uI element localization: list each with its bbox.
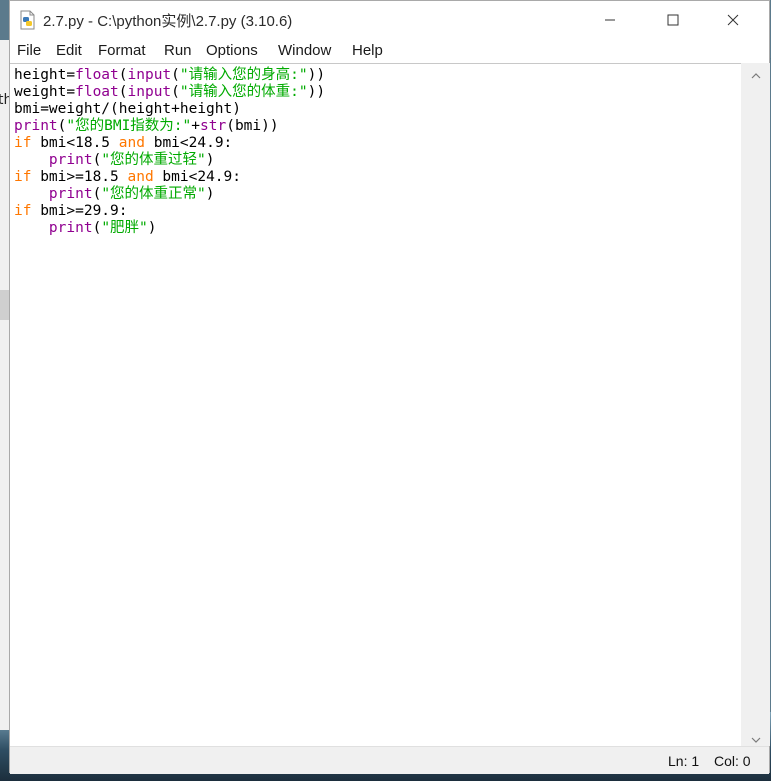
python-file-icon (18, 10, 38, 30)
code-builtin: input (127, 84, 172, 100)
code-editor[interactable]: height=float(input("请输入您的身高:")) weight=fl… (10, 63, 741, 747)
code-string: "您的体重正常" (101, 186, 206, 202)
code-keyword: if (14, 169, 32, 185)
menu-edit[interactable]: Edit (56, 42, 82, 59)
code-line[interactable]: if bmi>=18.5 and bmi<24.9: (14, 169, 325, 186)
code-string: "肥胖" (101, 220, 148, 236)
code-builtin: float (75, 67, 119, 83)
code-token: (bmi)) (226, 118, 279, 134)
code-line[interactable]: print("您的BMI指数为:"+str(bmi)) (14, 118, 325, 135)
menu-options[interactable]: Options (206, 42, 258, 59)
code-line[interactable]: weight=float(input("请输入您的体重:")) (14, 84, 325, 101)
code-line[interactable]: print("您的体重过轻") (14, 152, 325, 169)
code-text[interactable]: height=float(input("请输入您的身高:")) weight=fl… (14, 67, 325, 237)
code-keyword: and (118, 135, 145, 151)
menu-run[interactable]: Run (164, 42, 192, 59)
close-button[interactable] (710, 1, 756, 39)
code-builtin: str (200, 118, 227, 134)
code-line[interactable]: if bmi<18.5 and bmi<24.9: (14, 135, 325, 152)
code-line[interactable]: bmi=weight/(height+height) (14, 101, 325, 118)
code-token: ) (205, 152, 215, 168)
code-string: "请输入您的身高:" (179, 67, 308, 83)
idle-editor-window: 2.7.py - C:\python实例\2.7.py (3.10.6) Fil… (9, 0, 770, 774)
code-string: "您的BMI指数为:" (66, 118, 192, 134)
code-builtin: print (48, 152, 93, 168)
close-icon (727, 11, 739, 30)
code-token: bmi>=18.5 (31, 169, 128, 185)
code-token: bmi<24.9: (153, 169, 242, 185)
status-column: Col: 0 (714, 753, 751, 769)
code-line[interactable]: height=float(input("请输入您的身高:")) (14, 67, 325, 84)
code-line[interactable]: if bmi>=29.9: (14, 203, 325, 220)
window-title: 2.7.py - C:\python实例\2.7.py (3.10.6) (43, 13, 293, 30)
maximize-icon (667, 11, 679, 30)
code-token: bmi<18.5 (31, 135, 119, 151)
status-bar: Ln: 1 Col: 0 (10, 746, 769, 774)
menu-help[interactable]: Help (352, 42, 383, 59)
title-bar[interactable]: 2.7.py - C:\python实例\2.7.py (3.10.6) (10, 1, 769, 39)
code-token: bmi>=29.9: (31, 203, 128, 219)
scroll-down-button[interactable] (741, 729, 770, 746)
minimize-icon (604, 11, 616, 30)
maximize-button[interactable] (650, 1, 696, 39)
code-string: "请输入您的体重:" (179, 84, 308, 100)
code-token: )) (307, 84, 326, 100)
menu-bar: File Edit Format Run Options Window Help (10, 39, 769, 63)
code-keyword: and (127, 169, 154, 185)
code-token: weight= (14, 84, 76, 100)
scroll-up-button[interactable] (741, 65, 770, 82)
code-line[interactable]: print("您的体重正常") (14, 186, 325, 203)
code-builtin: input (127, 67, 172, 83)
code-token: )) (307, 67, 326, 83)
code-token: ( (118, 67, 128, 83)
code-builtin: print (14, 118, 58, 134)
code-token: bmi<24.9: (144, 135, 233, 151)
menu-format[interactable]: Format (98, 42, 146, 59)
code-builtin: print (48, 186, 93, 202)
scroll-up-icon (751, 64, 761, 83)
code-line[interactable]: print("肥胖") (14, 220, 325, 237)
code-token: ( (92, 186, 102, 202)
code-token: ( (92, 152, 102, 168)
scroll-down-icon (751, 728, 761, 747)
code-token: ( (171, 67, 180, 83)
vertical-scrollbar[interactable] (741, 63, 770, 746)
code-string: "您的体重过轻" (101, 152, 206, 168)
code-token: ) (205, 186, 215, 202)
code-token: ( (171, 84, 180, 100)
code-builtin: print (48, 220, 93, 236)
code-builtin: float (75, 84, 119, 100)
status-line: Ln: 1 (668, 753, 700, 769)
code-token: height= (14, 67, 76, 83)
code-keyword: if (14, 135, 32, 151)
code-token: ) (147, 220, 157, 236)
minimize-button[interactable] (587, 1, 633, 39)
code-token: + (191, 118, 201, 134)
menu-window[interactable]: Window (278, 42, 331, 59)
code-token: ( (118, 84, 128, 100)
menu-file[interactable]: File (17, 42, 41, 59)
code-token: bmi=weight/(height+height) (14, 101, 241, 117)
code-token: ( (92, 220, 102, 236)
code-keyword: if (14, 203, 32, 219)
